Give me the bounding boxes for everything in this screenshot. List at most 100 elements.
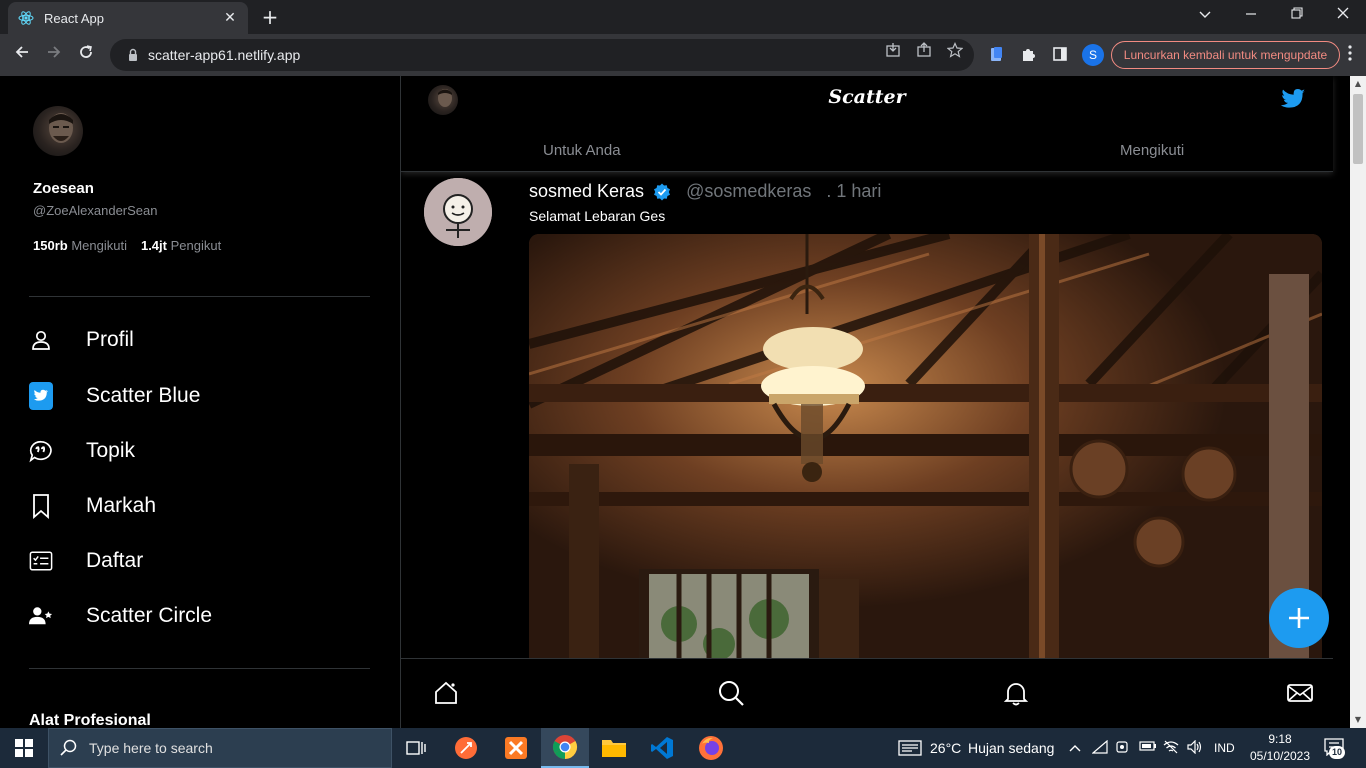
more-menu-icon[interactable]: [1348, 45, 1352, 65]
list-icon: [29, 549, 53, 573]
vscode-icon: [651, 737, 673, 759]
taskbar-app-vscode[interactable]: [638, 728, 686, 768]
taskbar-search-placeholder: Type here to search: [89, 740, 213, 756]
browser-tab[interactable]: React App ✕: [8, 2, 248, 34]
browser-toolbar: scatter-app61.netlify.app S Luncurkan ke…: [0, 34, 1366, 76]
volume-icon[interactable]: [1187, 739, 1203, 756]
nav-item-scatter-circle[interactable]: Scatter Circle: [29, 598, 212, 634]
post-author-avatar[interactable]: [424, 178, 492, 246]
taskbar-app-chrome[interactable]: [541, 728, 589, 768]
bookmark-star-icon[interactable]: [946, 42, 964, 60]
scroll-down-icon[interactable]: ▼: [1350, 712, 1366, 728]
app-logo: Scatter: [828, 86, 906, 108]
nav-item-markah[interactable]: Markah: [29, 488, 156, 524]
task-view-button[interactable]: [392, 728, 440, 768]
minimize-icon: [1246, 13, 1256, 15]
notification-center-button[interactable]: 10: [1324, 738, 1348, 760]
network-icon[interactable]: [1091, 739, 1108, 756]
nav-item-scatter-blue[interactable]: Scatter Blue: [29, 378, 200, 414]
section-title-pro-tools[interactable]: Alat Profesional: [29, 712, 151, 728]
windows-taskbar: Type here to search 26°C Hujan sedang IN…: [0, 728, 1366, 768]
weather-description[interactable]: Hujan sedang: [968, 740, 1054, 756]
mail-icon[interactable]: [1286, 679, 1314, 707]
back-button[interactable]: [10, 43, 34, 67]
twitter-blue-icon: [29, 382, 53, 410]
address-url: scatter-app61.netlify.app: [148, 47, 301, 63]
install-app-icon[interactable]: [884, 42, 902, 60]
taskbar-search-box[interactable]: Type here to search: [48, 728, 392, 768]
profile-avatar-large[interactable]: [33, 106, 83, 156]
bell-icon[interactable]: [1002, 679, 1030, 707]
bottom-nav-bar: [401, 658, 1333, 728]
windows-start-button[interactable]: [0, 728, 48, 768]
page-scrollbar[interactable]: ▲ ▼: [1350, 76, 1366, 728]
post-timestamp: . 1 hari: [826, 181, 882, 201]
post-author-name[interactable]: sosmed Keras: [529, 181, 644, 202]
followers-count: 1.4jt: [140, 238, 167, 253]
nav-label-profil: Profil: [86, 328, 134, 351]
profile-avatar[interactable]: S: [1082, 44, 1104, 66]
search-icon: [60, 739, 77, 756]
address-bar[interactable]: scatter-app61.netlify.app: [110, 39, 974, 71]
battery-icon[interactable]: [1139, 740, 1156, 756]
window-restore-button[interactable]: [1274, 4, 1320, 28]
close-icon: [1337, 7, 1349, 19]
firefox-icon: [699, 736, 723, 760]
post-image[interactable]: [529, 234, 1322, 674]
reload-button[interactable]: [74, 43, 98, 67]
main-feed: Scatter Untuk Anda Mengikuti sosmed Kera…: [400, 76, 1350, 728]
sidebar-divider-bottom: [29, 668, 370, 669]
taskbar-app-file-explorer[interactable]: [590, 728, 638, 768]
window-minimize-button[interactable]: [1228, 4, 1274, 28]
postman-icon: [455, 737, 477, 759]
clock-time[interactable]: 9:18: [1251, 732, 1309, 746]
scroll-up-icon[interactable]: ▲: [1350, 76, 1366, 92]
side-panel-icon[interactable]: [1051, 46, 1069, 64]
weather-temperature[interactable]: 26°C: [930, 740, 961, 756]
minimize-button[interactable]: [1182, 4, 1228, 28]
nav-item-profil[interactable]: Profil: [29, 322, 134, 358]
tab-following[interactable]: Mengikuti: [1120, 142, 1184, 159]
react-logo-icon: [18, 11, 34, 25]
feed-header: Scatter Untuk Anda Mengikuti: [401, 76, 1333, 172]
forward-button[interactable]: [42, 43, 66, 67]
nav-label-scatter-blue: Scatter Blue: [86, 384, 201, 407]
nav-item-daftar[interactable]: Daftar: [29, 543, 143, 579]
sidebar-divider: [29, 296, 370, 297]
post-text: Selamat Lebaran Ges: [529, 208, 666, 224]
extension-doc-icon[interactable]: [987, 46, 1005, 64]
verified-badge-icon: [654, 183, 671, 200]
notification-count-badge: 10: [1329, 746, 1346, 759]
scrollbar-thumb[interactable]: [1353, 94, 1363, 164]
chrome-icon: [552, 735, 578, 759]
xampp-icon: [505, 737, 527, 759]
nav-label-scatter-circle: Scatter Circle: [86, 604, 213, 627]
meet-now-icon[interactable]: [1115, 740, 1131, 756]
new-tab-button[interactable]: +: [258, 6, 282, 28]
home-icon[interactable]: [432, 679, 460, 707]
taskbar-app-postman[interactable]: [442, 728, 490, 768]
weather-icon[interactable]: [898, 740, 922, 760]
tab-title: React App: [44, 10, 104, 26]
tab-for-you[interactable]: Untuk Anda: [543, 142, 621, 159]
left-sidebar: Zoesean @ZoeAlexanderSean 150rb Mengikut…: [0, 76, 400, 728]
share-icon[interactable]: [915, 42, 933, 60]
clock-date[interactable]: 05/10/2023: [1247, 749, 1313, 763]
compose-fab-button[interactable]: [1269, 588, 1329, 648]
tab-close-icon[interactable]: ✕: [222, 10, 238, 26]
extensions-puzzle-icon[interactable]: [1019, 46, 1037, 64]
taskbar-app-xampp[interactable]: [492, 728, 540, 768]
taskbar-app-firefox[interactable]: [687, 728, 735, 768]
input-language[interactable]: IND: [1214, 741, 1235, 755]
nav-item-topik[interactable]: Topik: [29, 433, 135, 469]
window-close-button[interactable]: [1320, 4, 1366, 28]
followers-stat[interactable]: 1.4jt Pengikut: [141, 238, 221, 253]
following-stat[interactable]: 150rb Mengikuti: [33, 238, 127, 253]
profile-handle: @ZoeAlexanderSean: [33, 203, 158, 218]
tray-chevron-up-icon[interactable]: [1067, 740, 1083, 756]
post-author-handle[interactable]: @sosmedkeras: [686, 181, 811, 202]
twitter-bird-icon[interactable]: [1274, 88, 1306, 114]
relaunch-update-button[interactable]: Luncurkan kembali untuk mengupdate: [1111, 41, 1340, 69]
search-icon[interactable]: [717, 679, 745, 707]
wifi-off-icon[interactable]: [1163, 740, 1179, 756]
